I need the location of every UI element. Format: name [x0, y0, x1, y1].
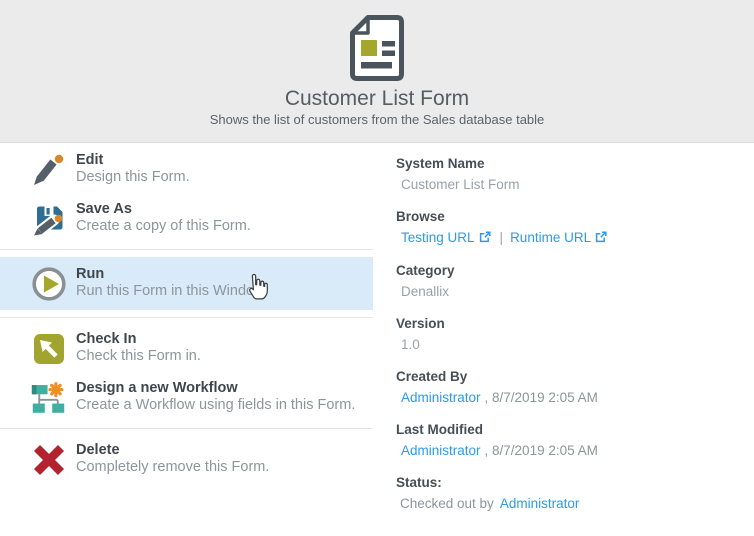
- action-description: Create a Workflow using fields in this F…: [76, 397, 355, 414]
- prop-version: Version 1.0: [396, 315, 736, 353]
- testing-url-link[interactable]: Testing URL: [401, 230, 475, 245]
- prop-last-modified: Last Modified Administrator , 8/7/2019 2:…: [396, 421, 736, 459]
- prop-label: Browse: [396, 208, 736, 225]
- run-icon: [30, 265, 67, 302]
- action-label: Delete: [76, 442, 269, 459]
- created-by-user-link[interactable]: Administrator: [401, 390, 481, 405]
- checked-out-user-link[interactable]: Administrator: [500, 496, 580, 511]
- external-link-icon[interactable]: [479, 231, 491, 246]
- prop-label: System Name: [396, 155, 736, 172]
- save-as-icon: [30, 200, 67, 237]
- page-title: Customer List Form: [0, 88, 754, 110]
- action-label: Save As: [76, 201, 251, 218]
- action-description: Create a copy of this Form.: [76, 218, 251, 235]
- page-subtitle: Shows the list of customers from the Sal…: [0, 112, 754, 128]
- prop-value: Customer List Form: [396, 176, 736, 193]
- prop-value: 1.0: [396, 336, 736, 353]
- prop-label: Category: [396, 262, 736, 279]
- action-label: Design a new Workflow: [76, 380, 355, 397]
- delete-x-icon: [30, 441, 67, 478]
- action-list: Edit Design this Form. Save As Create a …: [0, 144, 373, 483]
- divider: [0, 317, 373, 318]
- check-in-icon: [30, 330, 67, 367]
- divider: [0, 249, 373, 250]
- created-date: , 8/7/2019 2:05 AM: [485, 390, 598, 405]
- action-label: Edit: [76, 152, 190, 169]
- prop-system-name: System Name Customer List Form: [396, 155, 736, 193]
- prop-value: Denallix: [396, 283, 736, 300]
- form-document-icon: [348, 14, 406, 82]
- modified-date: , 8/7/2019 2:05 AM: [485, 443, 598, 458]
- pencil-icon: [30, 151, 67, 188]
- prop-category: Category Denallix: [396, 262, 736, 300]
- workflow-icon: [30, 379, 67, 416]
- action-design-workflow[interactable]: Design a new Workflow Create a Workflow …: [0, 374, 373, 421]
- properties-panel: System Name Customer List Form Browse Te…: [396, 155, 736, 527]
- runtime-url-link[interactable]: Runtime URL: [510, 230, 591, 245]
- prop-label: Status:: [396, 474, 736, 491]
- prop-status: Status: Checked out by Administrator: [396, 474, 736, 512]
- action-save-as[interactable]: Save As Create a copy of this Form.: [0, 195, 373, 242]
- action-description: Run this Form in this Window: [76, 283, 265, 300]
- action-description: Design this Form.: [76, 169, 190, 186]
- action-check-in[interactable]: Check In Check this Form in.: [0, 325, 373, 372]
- prop-label: Created By: [396, 368, 736, 385]
- action-description: Completely remove this Form.: [76, 459, 269, 476]
- action-label: Check In: [76, 331, 201, 348]
- action-description: Check this Form in.: [76, 348, 201, 365]
- external-link-icon[interactable]: [595, 231, 607, 246]
- modified-by-user-link[interactable]: Administrator: [401, 443, 481, 458]
- action-edit[interactable]: Edit Design this Form.: [0, 146, 373, 193]
- action-delete[interactable]: Delete Completely remove this Form.: [0, 436, 373, 483]
- link-separator: |: [500, 230, 504, 245]
- action-label: Run: [76, 266, 265, 283]
- form-header: Customer List Form Shows the list of cus…: [0, 0, 754, 143]
- status-text: Checked out by: [400, 496, 494, 511]
- prop-label: Version: [396, 315, 736, 332]
- form-details-panel: Customer List Form Shows the list of cus…: [0, 0, 754, 536]
- prop-browse: Browse Testing URL | Runtime URL: [396, 208, 736, 247]
- prop-label: Last Modified: [396, 421, 736, 438]
- prop-created-by: Created By Administrator , 8/7/2019 2:05 …: [396, 368, 736, 406]
- action-run[interactable]: Run Run this Form in this Window: [0, 257, 373, 310]
- divider: [0, 428, 373, 429]
